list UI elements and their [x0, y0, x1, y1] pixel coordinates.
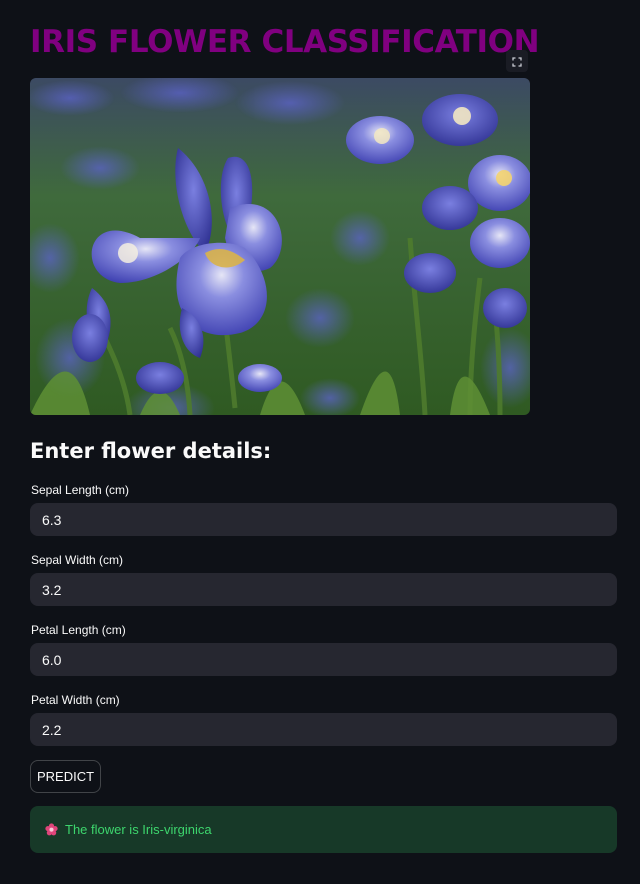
app-page: IRIS FLOWER CLASSIFICATION Enter flower …	[0, 0, 640, 884]
sepal-length-input[interactable]	[30, 503, 617, 536]
page-title: IRIS FLOWER CLASSIFICATION	[30, 24, 540, 60]
iris-flowers-image	[30, 78, 530, 415]
expand-icon	[512, 52, 522, 71]
sepal-length-label: Sepal Length (cm)	[31, 483, 130, 497]
petal-width-input[interactable]	[30, 713, 617, 746]
form-heading: Enter flower details:	[30, 439, 272, 463]
petal-length-label: Petal Length (cm)	[31, 623, 126, 637]
sepal-width-input[interactable]	[30, 573, 617, 606]
fullscreen-button[interactable]	[506, 50, 528, 72]
prediction-result-alert: The flower is Iris-virginica	[30, 806, 617, 853]
predict-button[interactable]: PREDICT	[30, 760, 101, 793]
flower-icon	[45, 823, 58, 836]
prediction-message: The flower is Iris-virginica	[65, 822, 212, 837]
petal-width-label: Petal Width (cm)	[31, 693, 120, 707]
sepal-width-label: Sepal Width (cm)	[31, 553, 124, 567]
petal-length-input[interactable]	[30, 643, 617, 676]
